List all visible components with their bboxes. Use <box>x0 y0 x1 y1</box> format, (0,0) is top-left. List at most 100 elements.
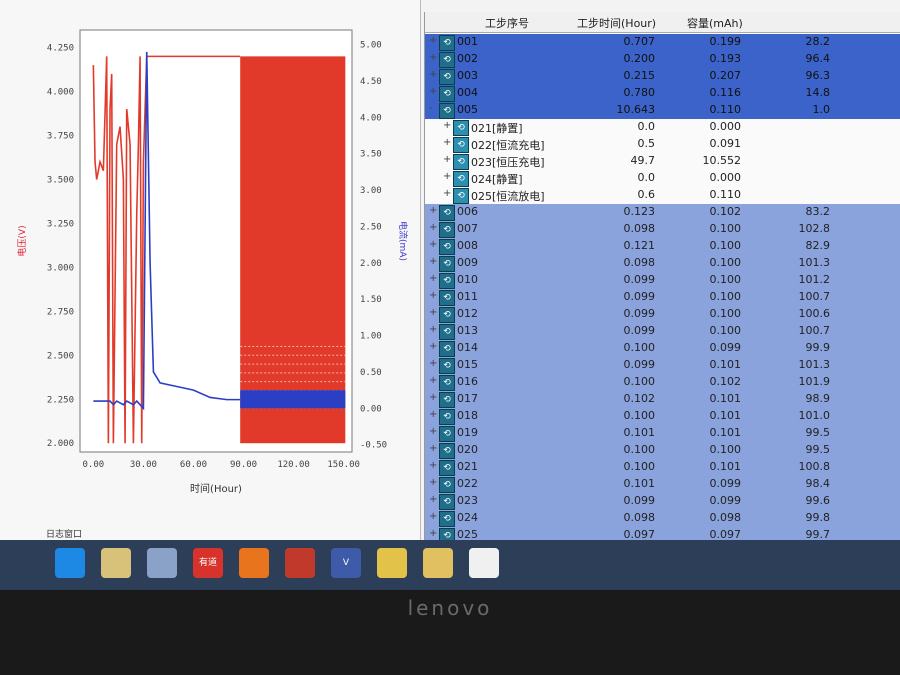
step-capacity: 0.091 <box>709 137 742 150</box>
header-capacity[interactable]: 容量(mAh) <box>687 15 743 31</box>
table-row[interactable]: + ⟲ 017 0.102 0.101 98.9 <box>425 391 900 408</box>
expand-toggle[interactable]: + <box>429 392 437 403</box>
table-row[interactable]: + ⟲ 010 0.099 0.100 101.2 <box>425 272 900 289</box>
expand-toggle[interactable]: + <box>443 137 451 148</box>
table-row[interactable]: + ⟲ 021 0.100 0.101 100.8 <box>425 459 900 476</box>
table-row[interactable]: + ⟲ 019 0.101 0.101 99.5 <box>425 425 900 442</box>
table-row[interactable]: + ⟲ 012 0.099 0.100 100.6 <box>425 306 900 323</box>
step-icon: ⟲ <box>439 375 455 391</box>
log-window-label[interactable]: 日志窗口 <box>46 527 82 540</box>
expand-toggle[interactable]: + <box>443 120 451 131</box>
step-time: 0.099 <box>623 358 656 371</box>
expand-toggle[interactable]: + <box>429 239 437 250</box>
expand-toggle[interactable]: + <box>429 358 437 369</box>
table-row[interactable]: + ⟲ 024 0.098 0.098 99.8 <box>425 510 900 527</box>
expand-toggle[interactable]: + <box>429 307 437 318</box>
step-time: 0.6 <box>637 188 656 201</box>
table-row[interactable]: + ⟲ 013 0.099 0.100 100.7 <box>425 323 900 340</box>
step-time: 0.102 <box>623 392 656 405</box>
table-row[interactable]: + ⟲ 006 0.123 0.102 83.2 <box>425 204 900 221</box>
expand-toggle[interactable]: - <box>429 103 433 114</box>
expand-toggle[interactable]: + <box>429 460 437 471</box>
expand-toggle[interactable]: + <box>429 426 437 437</box>
expand-toggle[interactable]: + <box>429 511 437 522</box>
step-capacity: 0.101 <box>709 392 742 405</box>
expand-toggle[interactable]: + <box>429 290 437 301</box>
expand-toggle[interactable]: + <box>429 205 437 216</box>
table-row[interactable]: + ⟲ 004 0.780 0.116 14.8 <box>425 85 900 102</box>
step-efficiency: 100.6 <box>798 307 831 320</box>
folder-icon[interactable] <box>101 548 131 578</box>
table-row[interactable]: + ⟲ 022[恒流充电] 0.5 0.091 <box>425 136 900 153</box>
expand-toggle[interactable]: + <box>429 86 437 97</box>
step-efficiency: 100.8 <box>798 460 831 473</box>
expand-toggle[interactable]: + <box>429 273 437 284</box>
expand-toggle[interactable]: + <box>443 154 451 165</box>
expand-toggle[interactable]: + <box>429 409 437 420</box>
table-row[interactable]: + ⟲ 021[静置] 0.0 0.000 <box>425 119 900 136</box>
pdf-icon[interactable] <box>285 548 315 578</box>
step-capacity: 0.100 <box>709 324 742 337</box>
table-row[interactable]: + ⟲ 022 0.101 0.099 98.4 <box>425 476 900 493</box>
right-tick-label: 0.00 <box>360 404 382 414</box>
media-icon[interactable] <box>377 548 407 578</box>
table-row[interactable]: + ⟲ 018 0.100 0.101 101.0 <box>425 408 900 425</box>
step-capacity: 0.101 <box>709 358 742 371</box>
step-name: 022[恒流充电] <box>471 139 545 152</box>
table-row[interactable]: + ⟲ 011 0.099 0.100 100.7 <box>425 289 900 306</box>
table-row[interactable]: + ⟲ 014 0.100 0.099 99.9 <box>425 340 900 357</box>
battery-test-app-icon[interactable] <box>147 548 177 578</box>
windows-start-icon[interactable] <box>55 548 85 578</box>
step-icon: ⟲ <box>439 256 455 272</box>
expand-toggle[interactable]: + <box>429 443 437 454</box>
expand-toggle[interactable]: + <box>429 35 437 46</box>
visio-icon[interactable]: V <box>331 548 361 578</box>
expand-toggle[interactable]: + <box>443 171 451 182</box>
table-row[interactable]: + ⟲ 015 0.099 0.101 101.3 <box>425 357 900 374</box>
expand-toggle[interactable]: + <box>429 477 437 488</box>
taskbar: 有道 V <box>0 540 900 590</box>
expand-toggle[interactable]: + <box>429 52 437 63</box>
header-time[interactable]: 工步时间(Hour) <box>577 15 656 31</box>
expand-toggle[interactable]: + <box>429 375 437 386</box>
expand-toggle[interactable]: + <box>429 494 437 505</box>
expand-toggle[interactable]: + <box>429 222 437 233</box>
file-icon[interactable] <box>423 548 453 578</box>
table-row[interactable]: + ⟲ 023[恒压充电] 49.7 10.552 <box>425 153 900 170</box>
expand-toggle[interactable]: + <box>429 256 437 267</box>
table-row[interactable]: + ⟲ 002 0.200 0.193 96.4 <box>425 51 900 68</box>
expand-toggle[interactable]: + <box>429 69 437 80</box>
table-row[interactable]: + ⟲ 008 0.121 0.100 82.9 <box>425 238 900 255</box>
table-row[interactable]: + ⟲ 001 0.707 0.199 28.2 <box>425 34 900 51</box>
step-capacity: 0.116 <box>709 86 742 99</box>
step-icon: ⟲ <box>439 103 455 119</box>
waveform-icon[interactable] <box>469 548 499 578</box>
expand-toggle[interactable]: + <box>429 528 437 539</box>
step-time: 0.098 <box>623 256 656 269</box>
table-row[interactable]: + ⟲ 020 0.100 0.100 99.5 <box>425 442 900 459</box>
x-tick-label: 90.00 <box>230 460 257 470</box>
table-row[interactable]: + ⟲ 024[静置] 0.0 0.000 <box>425 170 900 187</box>
header-step[interactable]: 工步序号 <box>485 15 529 31</box>
table-row[interactable]: + ⟲ 016 0.100 0.102 101.9 <box>425 374 900 391</box>
step-efficiency: 28.2 <box>805 35 831 48</box>
table-rows: + ⟲ 001 0.707 0.199 28.2 + ⟲ 002 0.200 0.193 96.4 + ⟲… <box>425 34 900 544</box>
table-row[interactable]: + ⟲ 025[恒流放电] 0.6 0.110 <box>425 187 900 204</box>
firefox-icon[interactable] <box>239 548 269 578</box>
step-icon: ⟲ <box>439 358 455 374</box>
app-red-icon[interactable]: 有道 <box>193 548 223 578</box>
table-row[interactable]: + ⟲ 003 0.215 0.207 96.3 <box>425 68 900 85</box>
table-row[interactable]: + ⟲ 009 0.098 0.100 101.3 <box>425 255 900 272</box>
table-row[interactable]: + ⟲ 007 0.098 0.100 102.8 <box>425 221 900 238</box>
expand-toggle[interactable]: + <box>429 324 437 335</box>
step-icon: ⟲ <box>439 69 455 85</box>
expand-toggle[interactable]: + <box>443 188 451 199</box>
step-time: 0.100 <box>623 409 656 422</box>
step-icon: ⟲ <box>453 188 469 204</box>
left-tick-label: 3.250 <box>47 219 74 229</box>
table-row[interactable]: - ⟲ 005 10.643 0.110 1.0 <box>425 102 900 119</box>
table-row[interactable]: + ⟲ 023 0.099 0.099 99.6 <box>425 493 900 510</box>
step-efficiency: 98.9 <box>805 392 831 405</box>
expand-toggle[interactable]: + <box>429 341 437 352</box>
step-icon: ⟲ <box>439 290 455 306</box>
